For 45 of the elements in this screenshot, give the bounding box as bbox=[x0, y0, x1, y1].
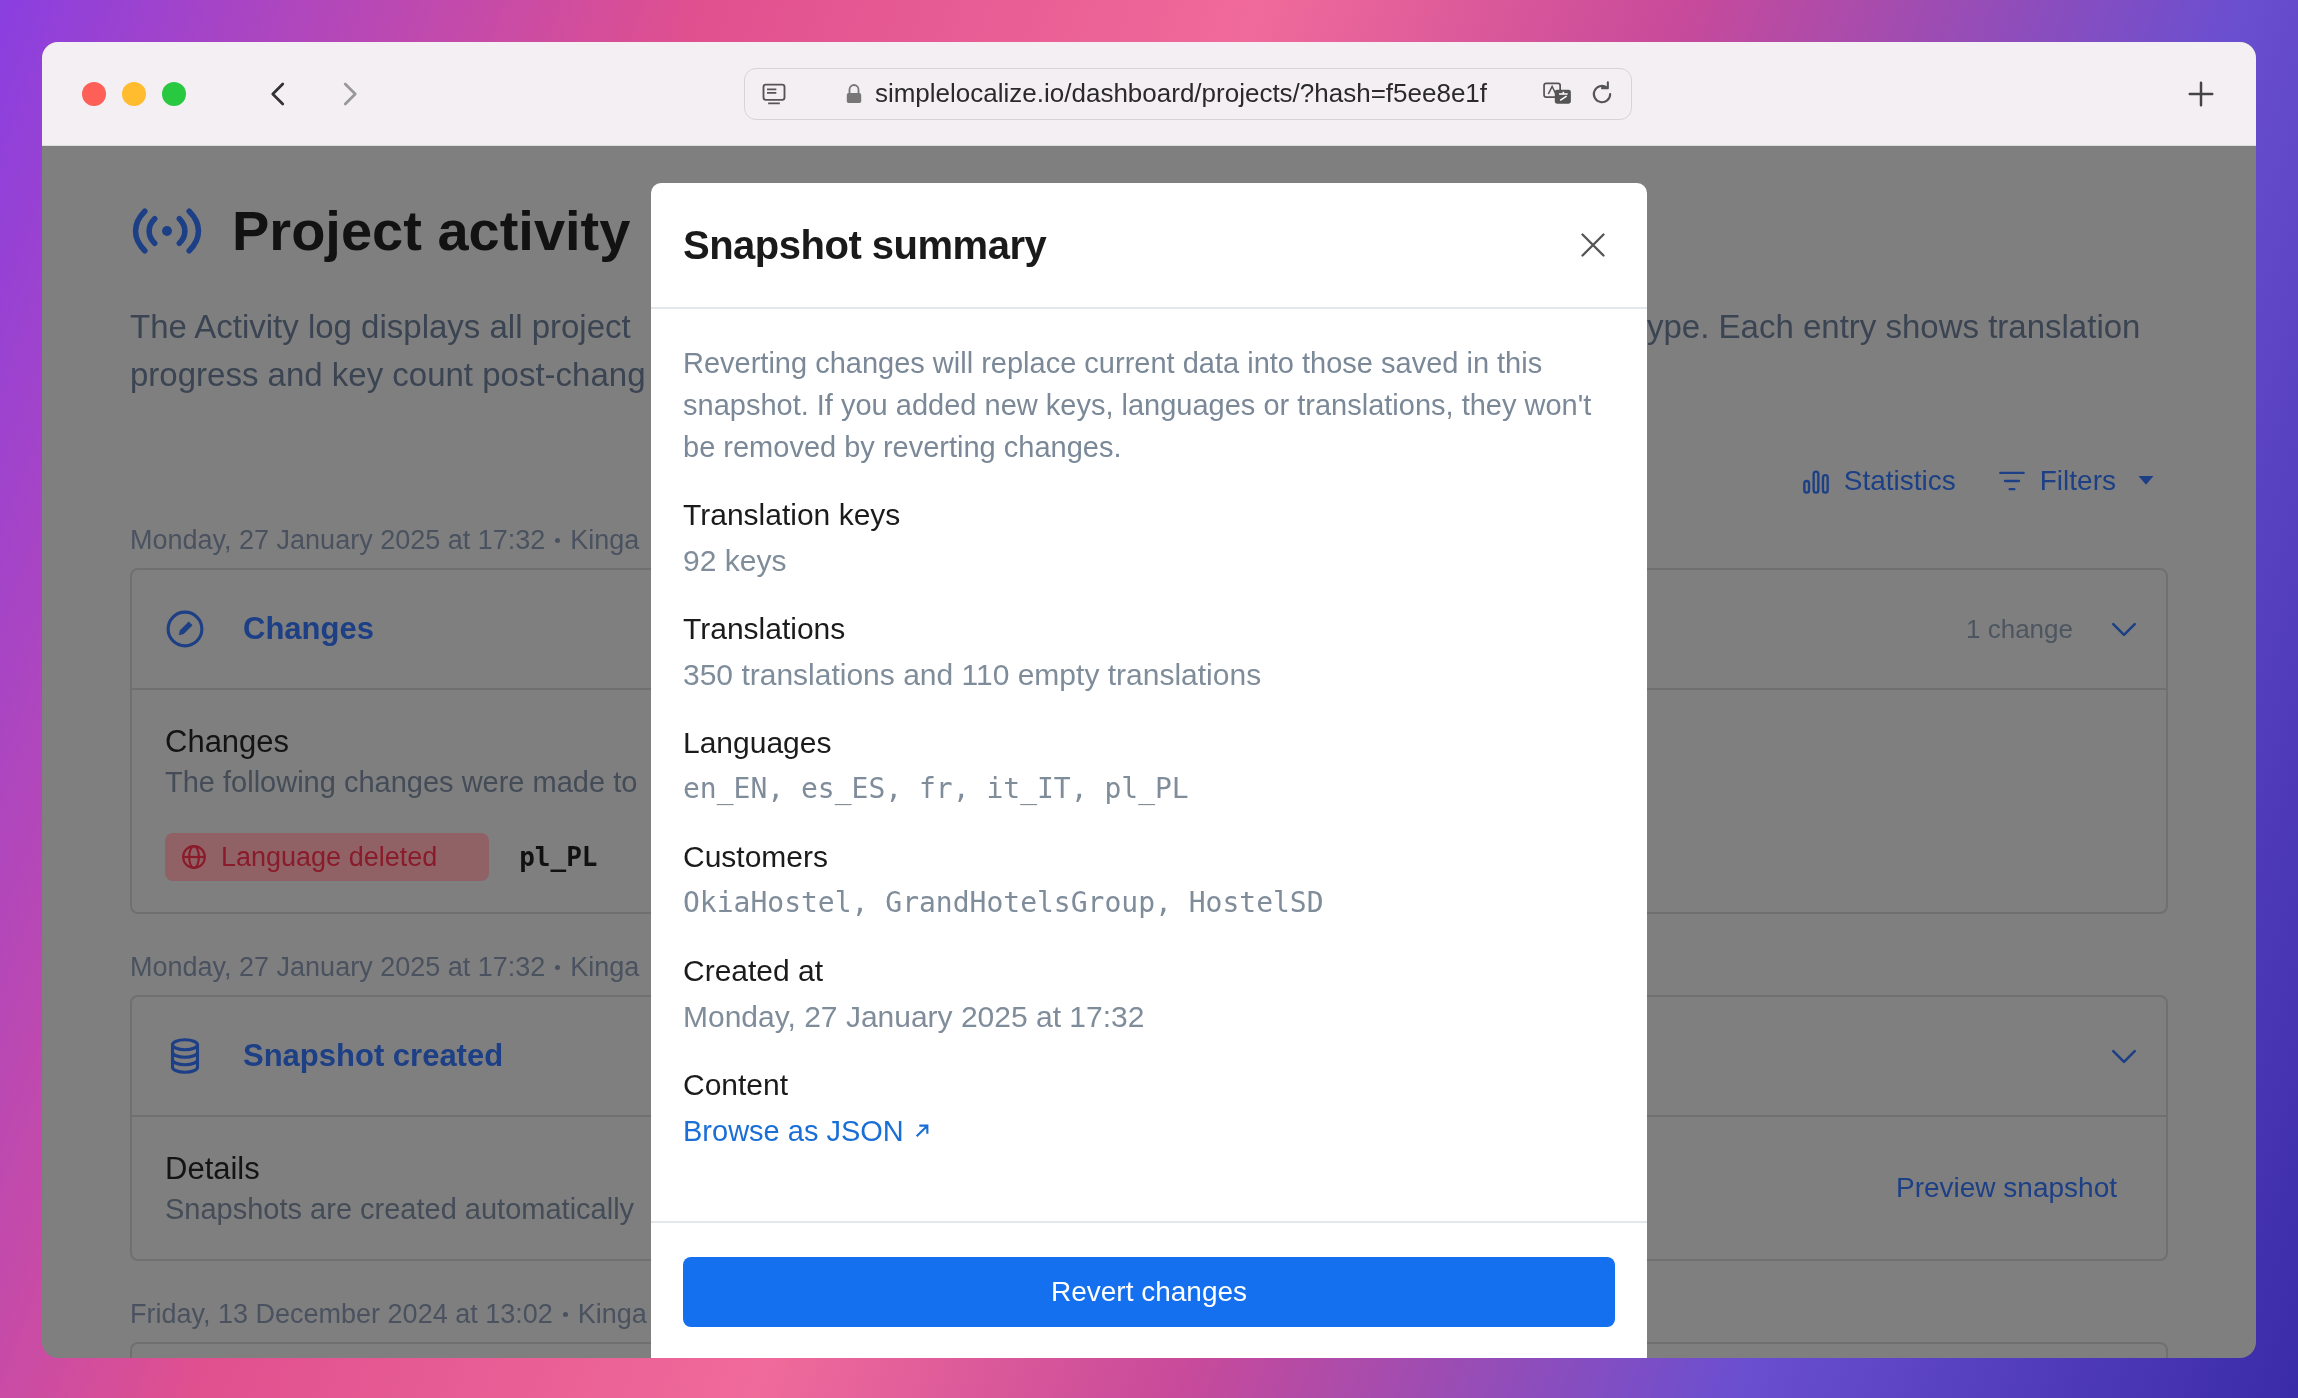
chevron-icon[interactable] bbox=[2111, 1048, 2137, 1064]
field-label: Translations bbox=[683, 611, 847, 647]
field-label: Content bbox=[683, 1067, 790, 1103]
address-bar[interactable]: simplelocalize.io/dashboard/projects/?hash=f5ee8e1f bbox=[744, 67, 1632, 120]
field-value: Monday, 27 January 2025 at 17:32 bbox=[683, 999, 1146, 1035]
description-text: ype. Each entry shows translation bbox=[1647, 307, 2142, 347]
section-text: Snapshots are created automatically bbox=[165, 1192, 636, 1227]
field-value: OkiaHostel, GrandHotelsGroup, HostelSD bbox=[683, 885, 1325, 921]
description-text: progress and key count post-chang bbox=[130, 355, 647, 395]
close-icon[interactable] bbox=[1579, 231, 1607, 259]
field-label: Translation keys bbox=[683, 497, 902, 533]
lock-icon bbox=[844, 82, 863, 105]
pencil-icon bbox=[165, 609, 205, 649]
card-title[interactable]: Changes bbox=[243, 611, 374, 647]
card-title[interactable]: Snapshot created bbox=[243, 1038, 504, 1074]
close-window-button[interactable] bbox=[82, 81, 106, 106]
caret-icon bbox=[2138, 476, 2154, 486]
field-label: Customers bbox=[683, 839, 830, 875]
preview-snapshot-link[interactable]: Preview snapshot bbox=[1896, 1172, 2117, 1204]
language-code: pl_PL bbox=[519, 842, 598, 872]
revert-changes-button[interactable]: Revert changes bbox=[683, 1257, 1615, 1327]
statistics-button[interactable]: Statistics bbox=[1801, 465, 1956, 497]
separator-dot bbox=[555, 964, 561, 970]
section-heading: Details bbox=[165, 1150, 261, 1188]
external-link-icon bbox=[913, 1123, 930, 1139]
globe-icon bbox=[181, 844, 207, 870]
broadcast-icon bbox=[130, 205, 204, 256]
dialog-description: Reverting changes will replace current data into those saved in this snapshot. If you added new keys, languages or translations, they won't be removed by reverting changes. bbox=[683, 346, 1593, 465]
field-value: 350 translations and 110 empty translations bbox=[683, 657, 1263, 693]
language-deleted-tag: Language deleted bbox=[165, 833, 490, 881]
url-text: simplelocalize.io/dashboard/projects/?hash=f5ee8e1f bbox=[874, 78, 1488, 109]
filters-button[interactable]: Filters bbox=[1997, 465, 2154, 497]
field-value: en_EN, es_ES, fr, it_IT, pl_PL bbox=[683, 771, 1190, 807]
page-title: Project activity bbox=[232, 198, 631, 263]
browse-json-link[interactable]: Browse as JSON bbox=[683, 1110, 930, 1152]
separator-dot bbox=[562, 1311, 568, 1317]
field-label: Created at bbox=[683, 953, 825, 989]
field-label: Languages bbox=[683, 725, 833, 761]
description-text: The Activity log displays all project bbox=[130, 307, 632, 347]
separator-dot bbox=[555, 537, 561, 543]
section-text: The following changes were made to bbox=[165, 765, 639, 800]
section-heading: Changes bbox=[165, 723, 291, 761]
chevron-icon[interactable] bbox=[2111, 621, 2137, 637]
dialog-title: Snapshot summary bbox=[683, 222, 1047, 268]
field-value: 92 keys bbox=[683, 543, 788, 579]
